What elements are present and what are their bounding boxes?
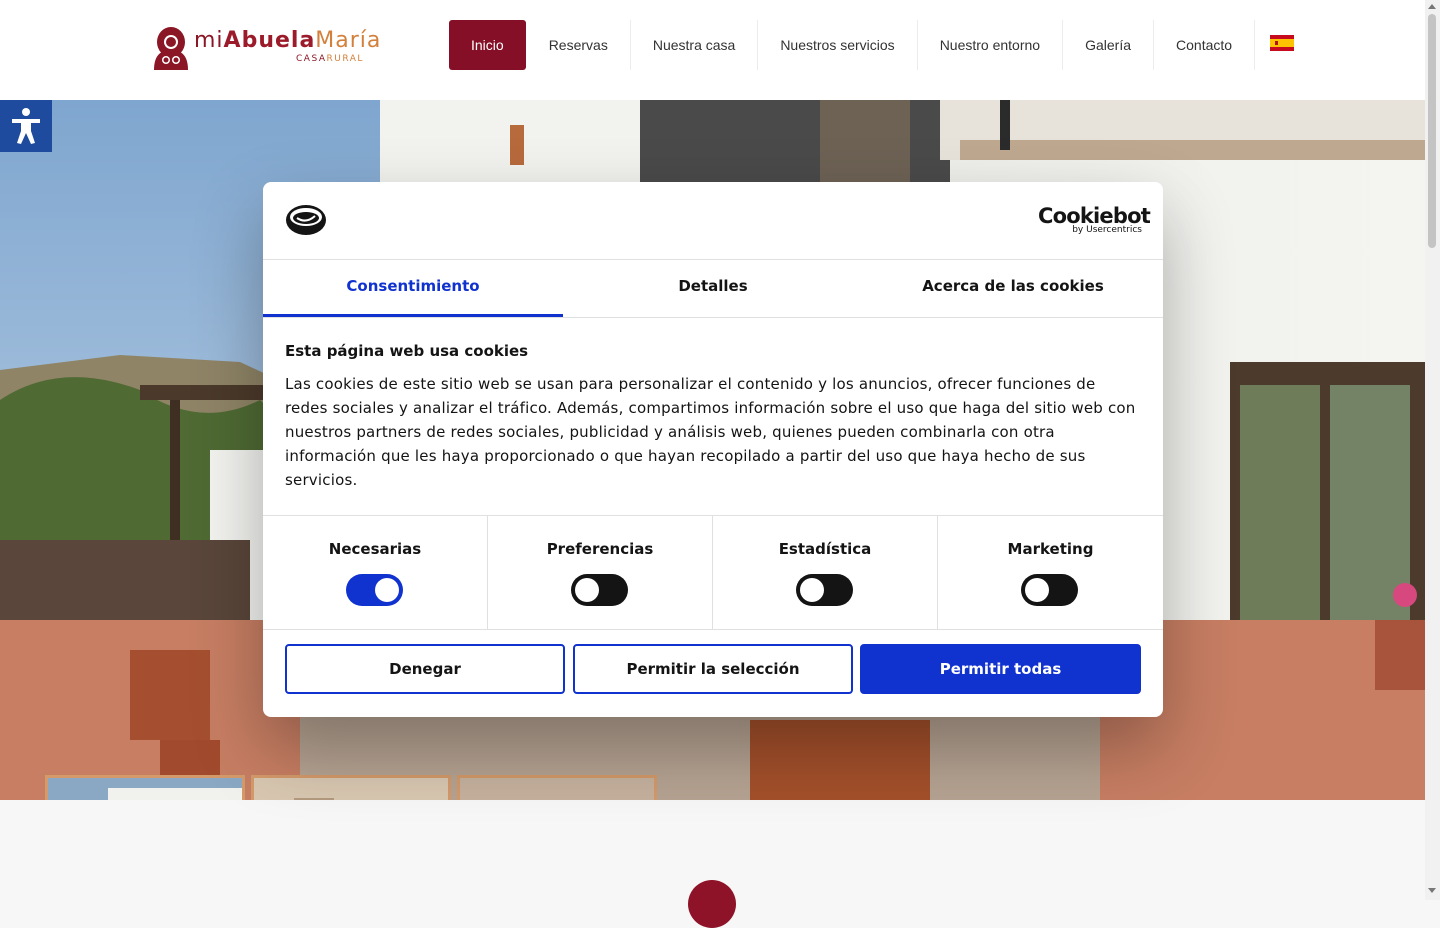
thumbnail-image xyxy=(254,778,448,800)
nav-item-nuestra-casa[interactable]: Nuestra casa xyxy=(631,20,759,70)
category-label: Necesarias xyxy=(328,540,422,558)
accessibility-button[interactable] xyxy=(0,100,52,152)
main-nav: Inicio Reservas Nuestra casa Nuestros se… xyxy=(449,20,1301,70)
cookie-icon xyxy=(286,205,326,235)
thumbnail-image xyxy=(48,778,242,800)
logo-word-abuela: Abuela xyxy=(223,28,316,53)
scrollbar-thumb[interactable] xyxy=(1428,14,1436,248)
cookie-dialog-tabs: Consentimiento Detalles Acerca de las co… xyxy=(263,260,1163,318)
deny-button[interactable]: Denegar xyxy=(285,644,565,694)
grandmother-logo-icon xyxy=(154,27,188,70)
thumbnail-1[interactable] xyxy=(45,775,245,800)
language-selector[interactable] xyxy=(1255,20,1301,70)
cookie-categories: Necesarias Preferencias Estadística Mark… xyxy=(263,515,1163,630)
category-estadistica: Estadística xyxy=(713,516,938,629)
thumbnail-2[interactable] xyxy=(251,775,451,800)
site-header: miAbuelaMaría CASARURAL Inicio Reservas … xyxy=(0,0,1425,100)
toggle-knob xyxy=(375,578,399,602)
accessibility-icon xyxy=(12,108,40,144)
thumbnail-3[interactable] xyxy=(457,775,657,800)
cookie-dialog-heading: Esta página web usa cookies xyxy=(285,342,529,360)
tab-acerca-de-las-cookies[interactable]: Acerca de las cookies xyxy=(863,260,1163,317)
cookie-consent-dialog: Cookiebot by Usercentrics Consentimiento… xyxy=(263,182,1163,717)
section-icon-circle xyxy=(688,880,736,928)
category-label: Preferencias xyxy=(546,540,654,558)
toggle-knob xyxy=(575,578,599,602)
category-label: Marketing xyxy=(1007,540,1094,558)
allow-all-button[interactable]: Permitir todas xyxy=(860,644,1141,694)
scroll-up-arrow-icon[interactable] xyxy=(1428,4,1436,9)
nav-item-inicio[interactable]: Inicio xyxy=(449,20,526,70)
page-scrollbar[interactable] xyxy=(1425,0,1440,900)
cookie-dialog-content: Esta página web usa cookies Las cookies … xyxy=(285,340,1141,492)
logo-word-mi: mi xyxy=(194,28,224,53)
logo-word-maria: María xyxy=(315,28,382,53)
tab-consentimiento[interactable]: Consentimiento xyxy=(263,260,563,317)
logo-sub-rural: RURAL xyxy=(326,54,364,64)
category-necesarias: Necesarias xyxy=(263,516,488,629)
logo-subtitle: CASARURAL xyxy=(296,54,364,64)
nav-item-reservas[interactable]: Reservas xyxy=(527,20,631,70)
cookiebot-logo[interactable]: Cookiebot by Usercentrics xyxy=(1038,204,1151,236)
toggle-knob xyxy=(1025,578,1049,602)
nav-item-contacto[interactable]: Contacto xyxy=(1154,20,1256,70)
scroll-down-arrow-icon[interactable] xyxy=(1428,888,1436,893)
nav-item-nuestros-servicios[interactable]: Nuestros servicios xyxy=(758,20,918,70)
cookie-dialog-header: Cookiebot by Usercentrics xyxy=(263,182,1163,260)
nav-item-nuestro-entorno[interactable]: Nuestro entorno xyxy=(918,20,1064,70)
cookie-dialog-buttons: Denegar Permitir la selección Permitir t… xyxy=(285,644,1141,694)
spain-flag-icon xyxy=(1270,35,1295,51)
logo-sub-casa: CASA xyxy=(296,54,327,64)
toggle-estadistica[interactable] xyxy=(796,574,853,606)
category-preferencias: Preferencias xyxy=(488,516,713,629)
tab-detalles[interactable]: Detalles xyxy=(563,260,863,317)
toggle-necesarias[interactable] xyxy=(346,574,403,606)
toggle-marketing[interactable] xyxy=(1021,574,1078,606)
allow-selection-button[interactable]: Permitir la selección xyxy=(573,644,853,694)
toggle-knob xyxy=(800,578,824,602)
category-marketing: Marketing xyxy=(938,516,1163,629)
toggle-preferencias[interactable] xyxy=(571,574,628,606)
cookie-dialog-body: Las cookies de este sitio web se usan pa… xyxy=(285,375,1136,489)
category-label: Estadística xyxy=(778,540,872,558)
logo-wordmark: miAbuelaMaría xyxy=(194,26,381,56)
cookiebot-logo-subtitle: by Usercentrics xyxy=(1072,225,1142,235)
nav-item-galeria[interactable]: Galería xyxy=(1063,20,1155,70)
site-logo[interactable]: miAbuelaMaría CASARURAL xyxy=(148,26,380,72)
thumbnail-image xyxy=(460,778,654,800)
